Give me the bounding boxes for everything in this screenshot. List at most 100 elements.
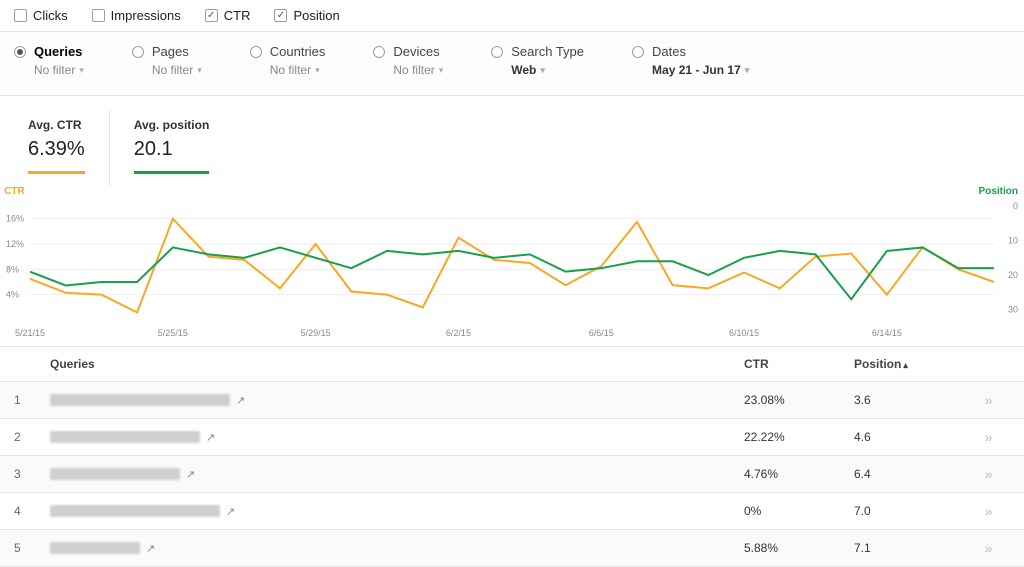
card-underline [28,171,85,174]
query-cell[interactable]: ↗ [50,394,744,407]
card-title: Avg. position [134,118,210,132]
right-axis-label: Position [979,186,1018,197]
svg-text:5/25/15: 5/25/15 [158,328,188,338]
expand-row-icon[interactable]: » [964,392,1010,408]
position-series[interactable] [30,247,994,299]
metric-toggle-row: Clicks Impressions CTR Position [0,0,1024,32]
caret-down-icon: ▾ [745,65,750,76]
dimension-devices[interactable]: Devices No filter ▾ [373,44,443,77]
chart-container: CTR Position 4%8%12%16%01020305/21/155/2… [0,186,1024,346]
card-value: 20.1 [134,138,210,161]
col-ctr[interactable]: CTR [744,357,854,371]
card-avg-position[interactable]: Avg. position 20.1 [110,110,234,186]
dimension-label: Devices [393,44,439,59]
checkbox-icon [274,9,287,22]
table-row[interactable]: 3 ↗ 4.76%6.4» [0,456,1024,493]
metric-label: Clicks [33,8,68,23]
position-cell: 7.1 [854,541,964,555]
col-position[interactable]: Position▴ [854,357,964,371]
query-text-redacted [50,468,180,480]
external-link-icon[interactable]: ↗ [226,505,235,518]
sort-ascending-icon: ▴ [903,360,908,370]
caret-down-icon: ▾ [315,65,320,76]
ctr-cell: 5.88% [744,541,854,555]
row-index: 5 [14,541,50,555]
dimension-queries[interactable]: Queries No filter ▾ [14,44,84,77]
caret-down-icon: ▾ [197,65,202,76]
query-text-redacted [50,542,140,554]
dimension-dates[interactable]: Dates May 21 - Jun 17 ▾ [632,44,749,77]
radio-icon [632,46,644,58]
line-chart[interactable]: 4%8%12%16%01020305/21/155/25/155/29/156/… [4,192,1020,342]
external-link-icon[interactable]: ↗ [206,431,215,444]
metric-label: Position [293,8,339,23]
dimension-filter[interactable]: Web ▾ [491,63,584,77]
metric-label: Impressions [111,8,181,23]
caret-down-icon: ▾ [79,65,84,76]
dimension-filter[interactable]: No filter ▾ [250,63,326,77]
row-index: 1 [14,393,50,407]
query-cell[interactable]: ↗ [50,431,744,444]
table-row[interactable]: 1↗23.08%3.6» [0,382,1024,419]
position-cell: 6.4 [854,467,964,481]
dimension-label: Dates [652,44,686,59]
col-queries[interactable]: Queries [50,357,744,371]
checkbox-icon [205,9,218,22]
dimension-search-type[interactable]: Search Type Web ▾ [491,44,584,77]
dimension-label: Search Type [511,44,584,59]
row-index: 3 [14,467,50,481]
external-link-icon[interactable]: ↗ [186,468,195,481]
svg-text:30: 30 [1008,305,1018,315]
ctr-cell: 22.22% [744,430,854,444]
expand-row-icon[interactable]: » [964,503,1010,519]
dimension-filter[interactable]: No filter ▾ [14,63,84,77]
position-cell: 7.0 [854,504,964,518]
metric-label: CTR [224,8,251,23]
svg-text:6/14/15: 6/14/15 [872,328,902,338]
dimension-countries[interactable]: Countries No filter ▾ [250,44,326,77]
radio-icon [14,46,26,58]
expand-row-icon[interactable]: » [964,540,1010,556]
svg-text:5/21/15: 5/21/15 [15,328,45,338]
left-axis-label: CTR [4,186,25,197]
expand-row-icon[interactable]: » [964,466,1010,482]
radio-icon [491,46,503,58]
svg-text:8%: 8% [6,264,19,274]
checkbox-icon [92,9,105,22]
svg-text:6/10/15: 6/10/15 [729,328,759,338]
table-row[interactable]: 2 ↗ 22.22%4.6» [0,419,1024,456]
external-link-icon[interactable]: ↗ [236,394,245,407]
metric-impressions[interactable]: Impressions [92,8,181,23]
svg-text:5/29/15: 5/29/15 [301,328,331,338]
position-cell: 4.6 [854,430,964,444]
dimension-pages[interactable]: Pages No filter ▾ [132,44,202,77]
card-title: Avg. CTR [28,118,85,132]
table-header: Queries CTR Position▴ [0,347,1024,382]
ctr-cell: 4.76% [744,467,854,481]
position-cell: 3.6 [854,393,964,407]
svg-text:4%: 4% [6,290,19,300]
dimension-label: Queries [34,44,82,59]
metric-clicks[interactable]: Clicks [14,8,68,23]
svg-text:6/2/15: 6/2/15 [446,328,471,338]
row-index: 2 [14,430,50,444]
checkbox-icon [14,9,27,22]
dimension-filter[interactable]: May 21 - Jun 17 ▾ [632,63,749,77]
table-row[interactable]: 4↗0%7.0» [0,493,1024,530]
external-link-icon[interactable]: ↗ [146,542,155,555]
query-text-redacted [50,505,220,517]
radio-icon [132,46,144,58]
card-avg-ctr[interactable]: Avg. CTR 6.39% [4,110,110,186]
svg-text:12%: 12% [6,239,24,249]
query-text-redacted [50,431,200,443]
dimension-label: Countries [270,44,326,59]
query-cell[interactable]: ↗ [50,468,744,481]
dimension-filter[interactable]: No filter ▾ [132,63,202,77]
dimension-filter[interactable]: No filter ▾ [373,63,443,77]
query-cell[interactable]: ↗ [50,542,744,555]
metric-ctr[interactable]: CTR [205,8,251,23]
svg-text:16%: 16% [6,214,24,224]
metric-position[interactable]: Position [274,8,339,23]
query-cell[interactable]: ↗ [50,505,744,518]
expand-row-icon[interactable]: » [964,429,1010,445]
